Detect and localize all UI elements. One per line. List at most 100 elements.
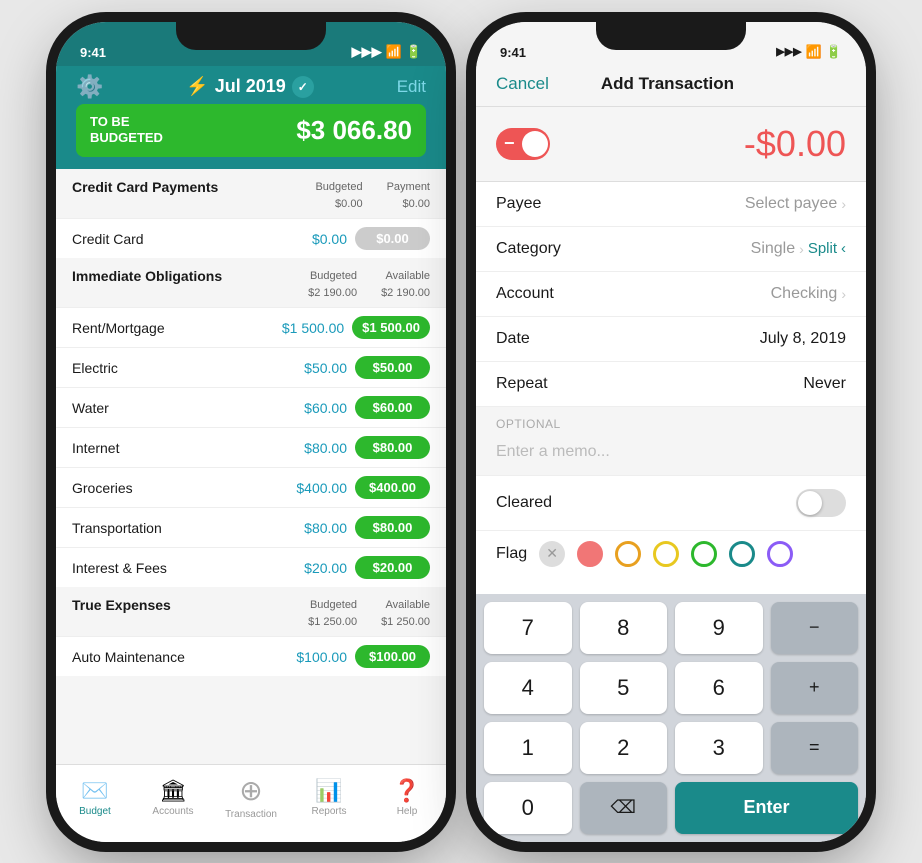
- flag-teal[interactable]: [729, 541, 755, 567]
- split-badge[interactable]: Split ‹: [808, 240, 846, 257]
- row-available[interactable]: $80.00: [355, 436, 430, 459]
- payee-value: Select payee ›: [745, 195, 846, 213]
- nav-accounts[interactable]: 🏛 Accounts: [143, 778, 203, 817]
- phone-content-right: Cancel Add Transaction − -$0.00 Payee Se…: [476, 66, 866, 842]
- add-icon: ⊕: [239, 774, 262, 807]
- row-budgeted: $0.00: [267, 231, 347, 247]
- table-row[interactable]: Rent/Mortgage $1 500.00 $1 500.00: [56, 307, 446, 347]
- help-icon: ❓: [393, 778, 420, 804]
- repeat-row[interactable]: Repeat Never: [476, 362, 866, 407]
- cleared-toggle[interactable]: [796, 489, 846, 517]
- table-row[interactable]: Electric $50.00 $50.00: [56, 347, 446, 387]
- tbb-label: TO BEBUDGETED: [90, 114, 163, 148]
- flag-purple[interactable]: [767, 541, 793, 567]
- left-phone: 9:41 ▶▶▶ 📶 🔋 ⚙️ ⚡ Jul 2019 ✓ Edit T: [56, 22, 446, 842]
- key-4[interactable]: 4: [484, 662, 572, 714]
- date-value: July 8, 2019: [760, 330, 846, 348]
- key-enter[interactable]: Enter: [675, 782, 858, 834]
- row-name: Water: [72, 400, 267, 416]
- toggle-outflow-button[interactable]: −: [496, 128, 550, 160]
- chevron-right-icon: ›: [799, 241, 804, 257]
- flag-red[interactable]: [577, 541, 603, 567]
- cleared-label: Cleared: [496, 494, 552, 512]
- row-available[interactable]: $100.00: [355, 645, 430, 668]
- section-meta-group-1: Budgeted $2 190.00 Available $2 190.00: [308, 268, 430, 301]
- key-backspace[interactable]: ⌫: [580, 782, 668, 834]
- key-2[interactable]: 2: [580, 722, 668, 774]
- key-9[interactable]: 9: [675, 602, 763, 654]
- row-name: Internet: [72, 440, 267, 456]
- edit-button[interactable]: Edit: [397, 77, 426, 97]
- row-available[interactable]: $400.00: [355, 476, 430, 499]
- budget-scroll[interactable]: Credit Card Payments Budgeted $0.00 Paym…: [56, 169, 446, 763]
- repeat-value: Never: [803, 375, 846, 393]
- date-row[interactable]: Date July 8, 2019: [476, 317, 866, 362]
- to-be-budgeted: TO BEBUDGETED $3 066.80: [76, 104, 426, 158]
- key-plus[interactable]: +: [771, 662, 859, 714]
- date-label: Date: [496, 330, 530, 348]
- key-3[interactable]: 3: [675, 722, 763, 774]
- memo-input[interactable]: Enter a memo...: [476, 435, 866, 475]
- row-name: Groceries: [72, 480, 267, 496]
- table-row[interactable]: Auto Maintenance $100.00 $100.00: [56, 636, 446, 676]
- split-icon: ‹: [841, 240, 846, 257]
- flag-none[interactable]: ✕: [539, 541, 565, 567]
- row-name: Transportation: [72, 520, 267, 536]
- notch: [176, 22, 326, 50]
- row-name: Auto Maintenance: [72, 649, 267, 665]
- account-label: Account: [496, 285, 554, 303]
- section-credit-card-payments: Credit Card Payments Budgeted $0.00 Paym…: [56, 169, 446, 218]
- table-row[interactable]: Water $60.00 $60.00: [56, 387, 446, 427]
- row-available[interactable]: $50.00: [355, 356, 430, 379]
- time-left: 9:41: [80, 45, 106, 60]
- cleared-row: Cleared: [476, 475, 866, 530]
- amount-display[interactable]: -$0.00: [744, 123, 846, 165]
- key-minus[interactable]: −: [771, 602, 859, 654]
- flag-green[interactable]: [691, 541, 717, 567]
- row-available[interactable]: $60.00: [355, 396, 430, 419]
- flag-orange[interactable]: [615, 541, 641, 567]
- table-row[interactable]: Groceries $400.00 $400.00: [56, 467, 446, 507]
- settings-icon[interactable]: ⚙️: [76, 74, 103, 100]
- nav-help[interactable]: ❓ Help: [377, 778, 437, 817]
- flag-yellow[interactable]: [653, 541, 679, 567]
- lightning-icon: ⚡: [186, 76, 208, 97]
- section-title-1: Immediate Obligations: [72, 268, 222, 284]
- key-6[interactable]: 6: [675, 662, 763, 714]
- tbb-amount: $3 066.80: [296, 115, 412, 146]
- time-right: 9:41: [500, 45, 526, 60]
- account-row[interactable]: Account Checking ›: [476, 272, 866, 317]
- key-0[interactable]: 0: [484, 782, 572, 834]
- section-meta-2a: Budgeted $1 250.00: [308, 597, 357, 630]
- category-row[interactable]: Category Single › Split ‹: [476, 227, 866, 272]
- nav-reports[interactable]: 📊 Reports: [299, 778, 359, 817]
- signal-icon: ▶▶▶: [352, 44, 382, 60]
- budget-icon: ✉️: [81, 778, 108, 804]
- row-budgeted: $400.00: [267, 480, 347, 496]
- row-available[interactable]: $20.00: [355, 556, 430, 579]
- row-available[interactable]: $1 500.00: [352, 316, 430, 339]
- section-meta-0a: Budgeted $0.00: [315, 179, 362, 212]
- key-1[interactable]: 1: [484, 722, 572, 774]
- row-name: Rent/Mortgage: [72, 320, 264, 336]
- month-chevron[interactable]: ✓: [292, 76, 314, 98]
- table-row[interactable]: Transportation $80.00 $80.00: [56, 507, 446, 547]
- table-row[interactable]: Internet $80.00 $80.00: [56, 427, 446, 467]
- nav-budget[interactable]: ✉️ Budget: [65, 778, 125, 817]
- trans-header-row: Cancel Add Transaction: [496, 74, 846, 94]
- payee-row[interactable]: Payee Select payee ›: [476, 182, 866, 227]
- header-month[interactable]: ⚡ Jul 2019 ✓: [186, 76, 313, 98]
- table-row[interactable]: Credit Card $0.00 $0.00: [56, 218, 446, 258]
- minus-icon: −: [504, 133, 515, 154]
- status-icons-right: ▶▶▶ 📶 🔋: [776, 44, 842, 60]
- section-meta-1b: Available $2 190.00: [381, 268, 430, 301]
- key-7[interactable]: 7: [484, 602, 572, 654]
- key-equals[interactable]: =: [771, 722, 859, 774]
- row-available[interactable]: $0.00: [355, 227, 430, 250]
- key-5[interactable]: 5: [580, 662, 668, 714]
- key-8[interactable]: 8: [580, 602, 668, 654]
- nav-transaction[interactable]: ⊕ Transaction: [221, 774, 281, 820]
- table-row[interactable]: Interest & Fees $20.00 $20.00: [56, 547, 446, 587]
- row-available[interactable]: $80.00: [355, 516, 430, 539]
- cancel-button[interactable]: Cancel: [496, 74, 549, 94]
